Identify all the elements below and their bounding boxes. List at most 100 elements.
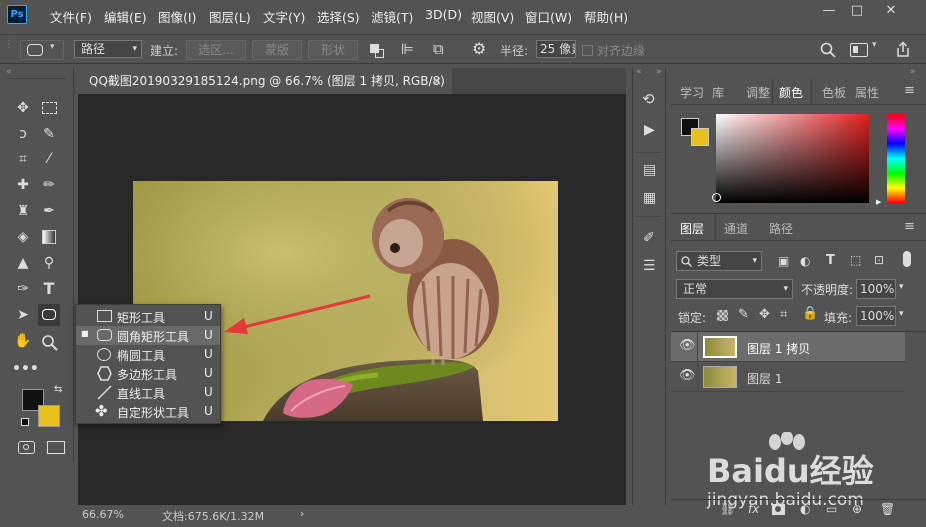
type-tool-icon[interactable]: T bbox=[38, 278, 60, 300]
properties-icon[interactable]: ▤ bbox=[643, 162, 656, 178]
more-tools-icon[interactable]: ••• bbox=[12, 358, 39, 380]
share-icon[interactable] bbox=[895, 41, 911, 58]
filter-shape-icon[interactable]: ⬚ bbox=[850, 253, 861, 267]
tab-paths[interactable]: 路径 bbox=[769, 220, 793, 237]
close-window-button[interactable]: ✕ bbox=[880, 3, 902, 21]
menu-file[interactable]: 文件(F) bbox=[50, 7, 92, 26]
eraser-tool-icon[interactable]: ◈ bbox=[12, 226, 34, 248]
flyout-line-tool[interactable]: 直线工具 U bbox=[76, 383, 220, 402]
eyedropper-tool-icon[interactable]: ⁄ bbox=[38, 148, 60, 170]
shape-tool[interactable] bbox=[38, 304, 60, 326]
panel-menu-icon[interactable]: ≡ bbox=[904, 83, 915, 98]
filter-smart-object-icon[interactable]: ⊡ bbox=[874, 253, 884, 267]
pen-tool-icon[interactable]: ✑ bbox=[12, 278, 34, 300]
tab-swatches[interactable]: 色板 bbox=[822, 84, 846, 101]
visibility-eye-icon[interactable]: 👁 bbox=[679, 368, 696, 383]
swap-colors-icon[interactable]: ⇆ bbox=[54, 384, 62, 395]
menu-image[interactable]: 图像(I) bbox=[158, 7, 196, 26]
menu-layer[interactable]: 图层(L) bbox=[209, 7, 251, 26]
layer-row-selected[interactable]: 👁 图层 1 拷贝 bbox=[671, 332, 905, 362]
chevron-down-icon[interactable]: ▾ bbox=[899, 309, 904, 319]
healing-brush-tool-icon[interactable]: ✚ bbox=[12, 174, 34, 196]
new-layer-icon[interactable]: ⊕ bbox=[852, 502, 862, 516]
fx-icon[interactable]: fx bbox=[748, 502, 759, 516]
hand-tool-icon[interactable]: ✋ bbox=[12, 330, 34, 352]
flyout-rounded-rectangle-tool[interactable]: ■ 圆角矩形工具 U bbox=[76, 326, 220, 345]
layer-name[interactable]: 图层 1 bbox=[747, 370, 782, 387]
lock-position-icon[interactable]: ✥ bbox=[759, 307, 770, 322]
close-tab-icon[interactable]: × bbox=[432, 68, 442, 94]
crop-tool-icon[interactable]: ⌗ bbox=[12, 148, 34, 170]
tab-learn[interactable]: 学习 bbox=[680, 84, 704, 101]
gradient-tool[interactable] bbox=[38, 226, 60, 248]
lock-transparent-pixels-icon[interactable] bbox=[717, 310, 728, 321]
expand-icon[interactable]: » bbox=[910, 67, 916, 77]
blur-tool-icon[interactable]: ▲ bbox=[12, 252, 34, 274]
lock-all-icon[interactable]: 🔒 bbox=[802, 306, 818, 321]
clone-stamp-tool-icon[interactable]: ♜ bbox=[12, 200, 34, 222]
background-color-swatch[interactable] bbox=[38, 405, 60, 427]
menu-filter[interactable]: 滤镜(T) bbox=[371, 7, 413, 26]
filter-adjustment-icon[interactable]: ◐ bbox=[800, 254, 810, 268]
lock-image-pixels-icon[interactable]: ✎ bbox=[738, 307, 749, 322]
collapse-icon[interactable]: « bbox=[6, 67, 12, 77]
menu-edit[interactable]: 编辑(E) bbox=[104, 7, 147, 26]
flyout-polygon-tool[interactable]: 多边形工具 U bbox=[76, 364, 220, 383]
color-field[interactable] bbox=[712, 114, 869, 203]
brush-tool-icon[interactable]: ✏ bbox=[38, 174, 60, 196]
quick-selection-tool-icon[interactable]: ✎ bbox=[38, 123, 60, 145]
screen-mode-icon[interactable] bbox=[47, 441, 65, 454]
color-panel-background[interactable] bbox=[691, 128, 709, 146]
menu-window[interactable]: 窗口(W) bbox=[525, 7, 572, 26]
new-group-folder-icon[interactable]: ▭ bbox=[826, 502, 837, 516]
layer-row[interactable]: 👁 图层 1 bbox=[671, 362, 905, 392]
flyout-custom-shape-tool[interactable]: ✤ 自定形状工具 U bbox=[76, 402, 220, 421]
menu-select[interactable]: 选择(S) bbox=[317, 7, 360, 26]
align-edges-checkbox[interactable] bbox=[582, 45, 593, 56]
brush-settings-icon[interactable]: ✐ bbox=[643, 230, 655, 246]
mode-select[interactable]: 路径 ▾ bbox=[74, 40, 142, 58]
minimize-button[interactable]: — bbox=[818, 3, 840, 21]
status-menu-icon[interactable]: › bbox=[300, 507, 304, 520]
gear-icon[interactable]: ⚙ bbox=[472, 39, 486, 58]
zoom-level[interactable]: 66.67% bbox=[82, 508, 124, 521]
chevron-down-icon[interactable]: ▾ bbox=[872, 40, 877, 50]
tab-channels[interactable]: 通道 bbox=[724, 220, 748, 237]
lasso-tool-icon[interactable]: ↄ bbox=[12, 123, 34, 145]
tab-color-active[interactable]: 颜色 bbox=[772, 79, 812, 104]
search-icon[interactable] bbox=[820, 42, 836, 58]
marquee-tool[interactable] bbox=[38, 97, 60, 119]
expand-icon[interactable]: » bbox=[656, 67, 662, 77]
add-mask-icon[interactable] bbox=[772, 504, 785, 515]
tab-adjustments[interactable]: 调整 bbox=[746, 84, 770, 101]
hue-slider[interactable] bbox=[887, 114, 905, 203]
adjustment-layer-icon[interactable]: ◐ bbox=[800, 502, 810, 516]
history-icon[interactable]: ⟲ bbox=[642, 90, 655, 108]
visibility-eye-icon[interactable]: 👁 bbox=[679, 338, 696, 353]
make-mask-button[interactable]: 蒙版 bbox=[252, 40, 302, 60]
layer-filter-select[interactable]: 类型 ▾ bbox=[676, 251, 762, 271]
menu-view[interactable]: 视图(V) bbox=[471, 7, 514, 26]
opacity-input[interactable]: 100% bbox=[856, 279, 896, 299]
tool-preset-picker[interactable]: ▾ bbox=[20, 40, 64, 60]
path-selection-tool-icon[interactable]: ➤ bbox=[12, 304, 34, 326]
radius-input[interactable]: 25 像素 bbox=[536, 40, 576, 58]
layer-name[interactable]: 图层 1 拷贝 bbox=[747, 340, 810, 357]
workspace-icon[interactable] bbox=[850, 43, 868, 57]
path-arrangement-icon[interactable]: ⧉ bbox=[433, 40, 444, 58]
panel-menu-icon[interactable]: ≡ bbox=[904, 219, 915, 234]
chevron-down-icon[interactable]: ▾ bbox=[899, 282, 904, 292]
zoom-tool-icon[interactable] bbox=[41, 334, 58, 351]
path-operations-icon[interactable] bbox=[370, 44, 384, 58]
move-tool-icon[interactable]: ✥ bbox=[12, 97, 34, 119]
flyout-rectangle-tool[interactable]: 矩形工具 U bbox=[76, 307, 220, 326]
fill-input[interactable]: 100% bbox=[856, 306, 896, 326]
maximize-button[interactable]: □ bbox=[846, 3, 868, 21]
menu-type[interactable]: 文字(Y) bbox=[263, 7, 305, 26]
actions-play-icon[interactable]: ▶ bbox=[644, 122, 655, 138]
menu-help[interactable]: 帮助(H) bbox=[584, 7, 628, 26]
filter-image-icon[interactable]: ▣ bbox=[778, 254, 789, 268]
link-layers-icon[interactable]: ⛓ bbox=[720, 502, 735, 516]
color-picker-cursor[interactable] bbox=[712, 193, 721, 202]
adjustments-icon[interactable]: ☰ bbox=[643, 258, 656, 274]
